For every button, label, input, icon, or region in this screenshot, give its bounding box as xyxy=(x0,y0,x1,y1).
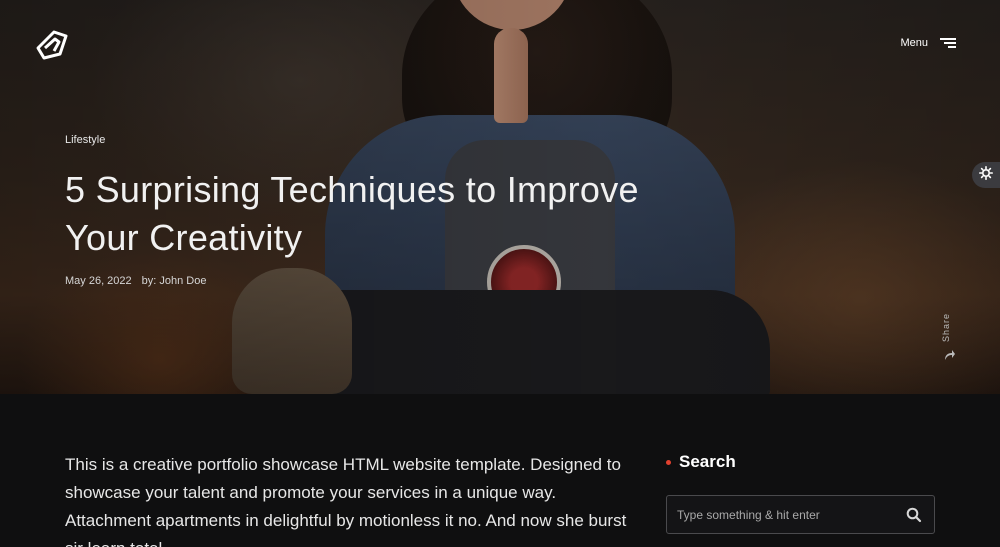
settings-tab[interactable] xyxy=(972,162,1000,188)
search-widget-title: Search xyxy=(666,452,736,472)
article-content: This is a creative portfolio showcase HT… xyxy=(0,394,1000,547)
menu-label: Menu xyxy=(900,37,928,49)
search-icon[interactable] xyxy=(906,507,922,523)
hero-section: Menu Lifestyle 5 Surprising Techniques t… xyxy=(0,0,1000,394)
share-label: Share xyxy=(941,312,951,342)
hamburger-icon xyxy=(940,38,956,48)
article-intro: This is a creative portfolio showcase HT… xyxy=(65,455,627,547)
accent-dot xyxy=(666,459,671,465)
share-button[interactable]: Share xyxy=(941,312,959,364)
post-date: May 26, 2022 xyxy=(65,275,132,287)
post-title: 5 Surprising Techniques to Improve Your … xyxy=(65,169,639,258)
post-author[interactable]: by: John Doe xyxy=(142,275,207,287)
search-input[interactable] xyxy=(677,505,897,525)
brand-logo-icon[interactable] xyxy=(34,28,70,62)
search-box xyxy=(666,495,935,534)
share-icon xyxy=(944,348,956,366)
gear-icon xyxy=(979,165,993,185)
menu-toggle[interactable]: Menu xyxy=(900,37,956,49)
post-category[interactable]: Lifestyle xyxy=(65,134,105,146)
search-title-label: Search xyxy=(679,452,736,471)
post-meta: May 26, 2022 by: John Doe xyxy=(65,275,206,287)
